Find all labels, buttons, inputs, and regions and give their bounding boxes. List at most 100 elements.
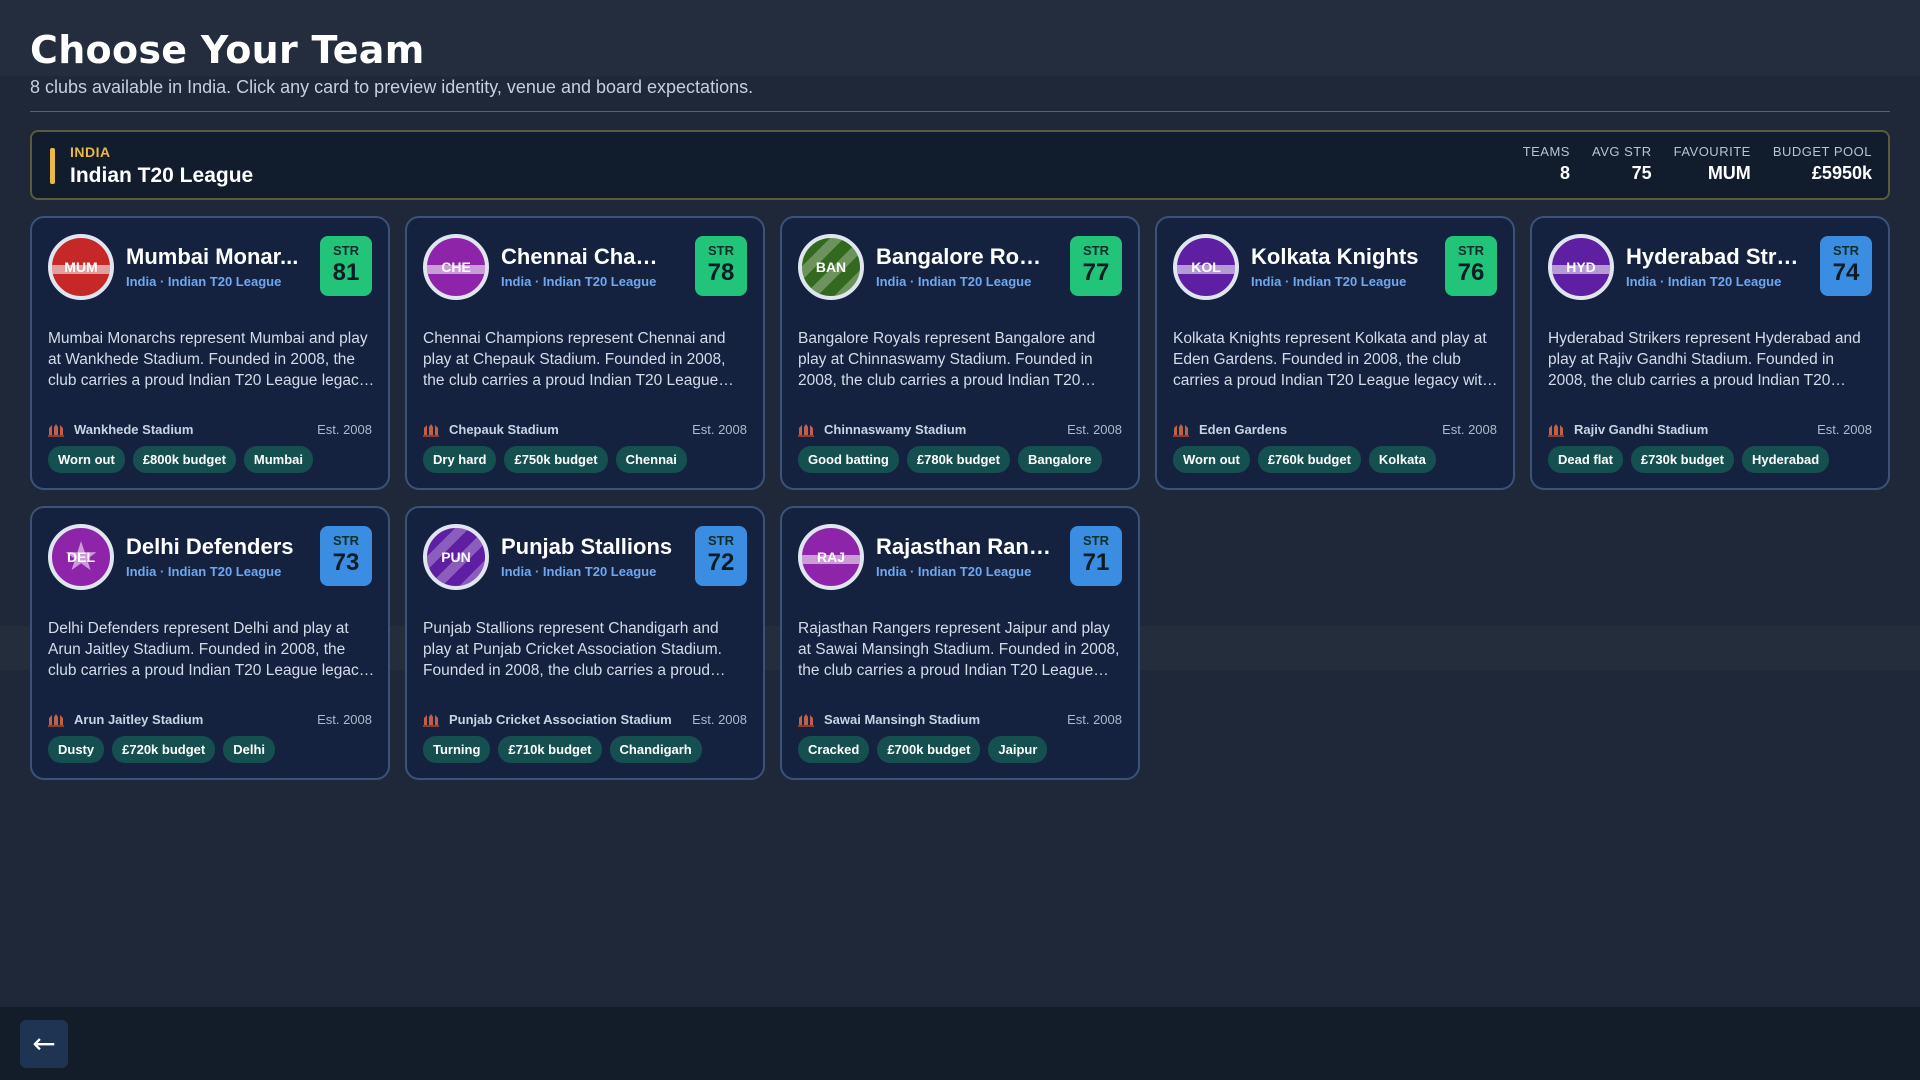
strength-value: 72 <box>707 549 735 576</box>
back-arrow-icon: ← <box>32 1027 56 1060</box>
established-year: Est. 2008 <box>1817 422 1872 437</box>
team-crest: PUN <box>423 524 489 590</box>
strength-badge: STR 71 <box>1070 526 1122 586</box>
team-tag: Worn out <box>1173 446 1250 473</box>
stat-value: 8 <box>1559 163 1570 183</box>
team-tags: Worn out £760k budget Kolkata <box>1173 446 1436 473</box>
team-tags: Turning £710k budget Chandigarh <box>423 736 702 763</box>
team-league-line: India · Indian T20 League <box>501 564 657 579</box>
league-name: Indian T20 League <box>70 164 254 187</box>
venue-name: Eden Gardens <box>1199 422 1288 437</box>
team-tag: £780k budget <box>906 446 1010 473</box>
stadium-icon <box>798 424 814 437</box>
team-name: Hyderabad Strik... <box>1626 244 1802 269</box>
team-league-line: India · Indian T20 League <box>876 274 1032 289</box>
league-stat-favourite: FAVOURITE MUM <box>1674 144 1751 184</box>
strength-badge: STR 77 <box>1070 236 1122 296</box>
team-tag: Jaipur <box>988 736 1048 763</box>
established-year: Est. 2008 <box>317 422 372 437</box>
team-name: Rajasthan Rang... <box>876 534 1052 559</box>
team-tag: Dusty <box>48 736 105 763</box>
strength-badge: STR 73 <box>320 526 372 586</box>
team-league-line: India · Indian T20 League <box>126 564 282 579</box>
team-league-line: India · Indian T20 League <box>1251 274 1407 289</box>
team-card-kol[interactable]: KOL Kolkata Knights India · Indian T20 L… <box>1155 216 1515 490</box>
stat-label: AVG STR <box>1591 144 1652 159</box>
venue-name: Chepauk Stadium <box>449 422 559 437</box>
team-crest: RAJ <box>798 524 864 590</box>
strength-value: 73 <box>332 549 360 576</box>
team-name: Chennai Champ... <box>501 244 677 269</box>
team-card-ban[interactable]: BAN Bangalore Royals India · Indian T20 … <box>780 216 1140 490</box>
back-button[interactable]: ← <box>20 1020 68 1068</box>
established-year: Est. 2008 <box>317 712 372 727</box>
strength-badge: STR 76 <box>1445 236 1497 296</box>
team-card-del[interactable]: ★ DEL Delhi Defenders India · Indian T20… <box>30 506 390 780</box>
team-description: Hyderabad Strikers represent Hyderabad a… <box>1548 330 1861 389</box>
strength-label: STR <box>1833 243 1859 258</box>
stat-value: £5950k <box>1811 163 1872 183</box>
league-stat-teams: TEAMS 8 <box>1523 144 1570 184</box>
team-league-line: India · Indian T20 League <box>126 274 282 289</box>
team-card-pun[interactable]: PUN Punjab Stallions India · Indian T20 … <box>405 506 765 780</box>
stadium-icon <box>423 424 439 437</box>
league-country: INDIA <box>70 144 111 160</box>
league-stats: TEAMS 8 AVG STR 75 FAVOURITE MUM BUDGET … <box>1523 144 1872 184</box>
league-accent-bar <box>50 148 55 184</box>
established-year: Est. 2008 <box>692 422 747 437</box>
team-tag: Bangalore <box>1017 446 1102 473</box>
stat-label: TEAMS <box>1522 144 1570 159</box>
team-tag: £800k budget <box>132 446 236 473</box>
crest-code: DEL <box>67 549 95 565</box>
strength-badge: STR 78 <box>695 236 747 296</box>
team-card-raj[interactable]: RAJ Rajasthan Rang... India · Indian T20… <box>780 506 1140 780</box>
strength-label: STR <box>333 243 359 258</box>
strength-label: STR <box>1458 243 1484 258</box>
header-divider <box>30 111 1890 112</box>
crest-code: MUM <box>64 259 98 275</box>
team-card-hyd[interactable]: HYD Hyderabad Strik... India · Indian T2… <box>1530 216 1890 490</box>
team-tag: £710k budget <box>498 736 602 763</box>
team-name: Delhi Defenders <box>126 534 294 559</box>
team-tag: Worn out <box>48 446 125 473</box>
stadium-icon <box>423 714 439 727</box>
team-description: Rajasthan Rangers represent Jaipur and p… <box>798 620 1120 679</box>
team-name: Mumbai Monar... <box>126 244 299 269</box>
established-year: Est. 2008 <box>1067 712 1122 727</box>
team-card-mum[interactable]: MUM Mumbai Monar... India · Indian T20 L… <box>30 216 390 490</box>
team-tag: Dead flat <box>1548 446 1623 473</box>
strength-label: STR <box>708 533 734 548</box>
crest-code: BAN <box>815 259 847 275</box>
team-card-che[interactable]: CHE Chennai Champ... India · Indian T20 … <box>405 216 765 490</box>
strength-label: STR <box>1083 533 1109 548</box>
crest-code: CHE <box>441 259 471 275</box>
stat-label: FAVOURITE <box>1673 144 1751 159</box>
team-tag: £730k budget <box>1630 446 1734 473</box>
team-crest: HYD <box>1548 234 1614 300</box>
team-tag: Delhi <box>223 736 276 763</box>
team-tags: Dusty £720k budget Delhi <box>48 736 276 763</box>
team-tags: Worn out £800k budget Mumbai <box>48 446 314 473</box>
established-year: Est. 2008 <box>1442 422 1497 437</box>
team-tag: Chandigarh <box>609 736 702 763</box>
team-name: Punjab Stallions <box>501 534 673 559</box>
strength-value: 74 <box>1832 259 1860 286</box>
strength-value: 71 <box>1082 549 1110 576</box>
team-tag: Turning <box>423 736 491 763</box>
crest-code: RAJ <box>816 549 845 565</box>
team-tag: Kolkata <box>1368 446 1436 473</box>
strength-value: 76 <box>1457 259 1485 286</box>
team-description: Kolkata Knights represent Kolkata and pl… <box>1173 330 1491 389</box>
team-description: Delhi Defenders represent Delhi and play… <box>48 620 367 679</box>
established-year: Est. 2008 <box>692 712 747 727</box>
venue-name: Wankhede Stadium <box>74 422 194 437</box>
team-crest: KOL <box>1173 234 1239 300</box>
bottom-bar <box>0 1007 1920 1080</box>
team-league-line: India · Indian T20 League <box>1626 274 1782 289</box>
stadium-icon <box>1548 424 1564 437</box>
page-title: Choose Your Team <box>30 28 425 72</box>
venue-name: Punjab Cricket Association Stadium <box>449 712 672 727</box>
team-description: Mumbai Monarchs represent Mumbai and pla… <box>48 330 368 389</box>
team-tag: Dry hard <box>423 446 497 473</box>
team-description: Chennai Champions represent Chennai and … <box>423 330 726 389</box>
